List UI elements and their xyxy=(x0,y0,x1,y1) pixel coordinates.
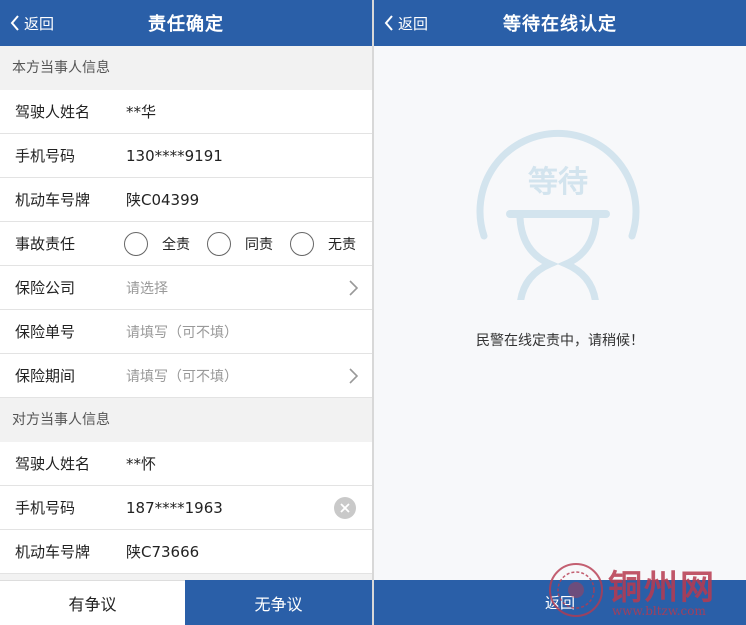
radio-equal-label: 同责 xyxy=(245,236,273,253)
liability-label: 事故责任 xyxy=(15,235,76,253)
insurer-row[interactable]: 保险公司 请选择 xyxy=(0,266,372,310)
own-driver-label: 驾驶人姓名 xyxy=(15,103,91,121)
waiting-screen: 返回 等待在线认定 等待 民警在线定责中，请稍候！ 返回 xyxy=(374,0,746,625)
insurer-select[interactable]: 请选择 xyxy=(126,278,168,298)
period-row[interactable]: 保险期间 请填写（可不填） xyxy=(0,354,372,398)
watermark-logo-icon xyxy=(549,563,603,617)
period-input[interactable]: 请填写（可不填） xyxy=(126,366,238,386)
other-driver-label: 驾驶人姓名 xyxy=(15,455,91,473)
radio-full-liability[interactable]: 全责 xyxy=(124,231,207,256)
other-phone-label: 手机号码 xyxy=(15,499,76,517)
radio-full-label: 全责 xyxy=(162,236,190,253)
dispute-button[interactable]: 有争议 xyxy=(0,580,185,625)
radio-no-liability[interactable]: 无责 xyxy=(290,231,356,256)
radio-equal-liability[interactable]: 同责 xyxy=(207,231,290,256)
left-back-button[interactable]: 返回 xyxy=(10,0,54,46)
decision-bar: 有争议 无争议 xyxy=(0,580,372,625)
radio-circle-icon[interactable] xyxy=(207,231,231,256)
left-page-title: 责任确定 xyxy=(148,14,224,35)
right-back-button[interactable]: 返回 xyxy=(384,0,428,46)
radio-circle-icon[interactable] xyxy=(290,231,314,256)
other-phone-value[interactable]: 187****1963 xyxy=(126,499,223,517)
wait-icon-text: 等待 xyxy=(528,165,588,200)
site-watermark: 铜州网 www.bltzw.com xyxy=(546,560,744,622)
other-driver-value: **怀 xyxy=(126,455,157,473)
own-phone-label: 手机号码 xyxy=(15,147,76,165)
waiting-message: 民警在线定责中，请稍候！ xyxy=(476,333,644,349)
left-navbar: 返回 责任确定 xyxy=(0,0,372,46)
other-plate-value: 陕C73666 xyxy=(126,543,200,561)
right-page-title: 等待在线认定 xyxy=(503,14,617,35)
other-driver-row: 驾驶人姓名 **怀 xyxy=(0,442,372,486)
right-navbar: 返回 等待在线认定 xyxy=(374,0,746,46)
own-driver-row: 驾驶人姓名 **华 xyxy=(0,90,372,134)
own-party-section-title: 本方当事人信息 xyxy=(0,46,372,90)
own-plate-value: 陕C04399 xyxy=(126,191,200,209)
watermark-name: 铜州网 xyxy=(608,568,716,608)
other-plate-label: 机动车号牌 xyxy=(15,543,91,561)
other-plate-row: 机动车号牌 陕C73666 xyxy=(0,530,372,574)
liability-radio-group: 全责 同责 无责 xyxy=(124,231,356,256)
own-plate-row: 机动车号牌 陕C04399 xyxy=(0,178,372,222)
no-dispute-button[interactable]: 无争议 xyxy=(185,580,372,625)
own-plate-label: 机动车号牌 xyxy=(15,191,91,209)
policy-row: 保险单号 请填写（可不填） xyxy=(0,310,372,354)
hourglass-icon: 等待 xyxy=(476,129,640,300)
insurer-label: 保险公司 xyxy=(15,279,76,297)
own-driver-value: **华 xyxy=(126,103,157,121)
chevron-right-icon xyxy=(349,280,358,296)
chevron-left-icon xyxy=(10,15,19,31)
watermark-url: www.bltzw.com xyxy=(612,604,706,618)
own-phone-row: 手机号码 130****9191 xyxy=(0,134,372,178)
clear-icon[interactable] xyxy=(334,497,356,519)
chevron-right-icon xyxy=(349,368,358,384)
liability-row: 事故责任 全责 同责 无责 xyxy=(0,222,372,266)
other-party-section-title: 对方当事人信息 xyxy=(0,398,372,442)
radio-circle-icon[interactable] xyxy=(124,231,148,256)
own-phone-value: 130****9191 xyxy=(126,146,223,165)
policy-input[interactable]: 请填写（可不填） xyxy=(126,322,238,342)
right-back-label: 返回 xyxy=(398,14,429,33)
liability-confirm-screen: 返回 责任确定 本方当事人信息 驾驶人姓名 **华 手机号码 130****91… xyxy=(0,0,372,625)
left-back-label: 返回 xyxy=(24,14,55,33)
other-phone-row: 手机号码 187****1963 xyxy=(0,486,372,530)
period-label: 保险期间 xyxy=(15,367,76,385)
chevron-left-icon xyxy=(384,15,393,31)
radio-none-label: 无责 xyxy=(328,236,356,253)
policy-label: 保险单号 xyxy=(15,323,76,341)
